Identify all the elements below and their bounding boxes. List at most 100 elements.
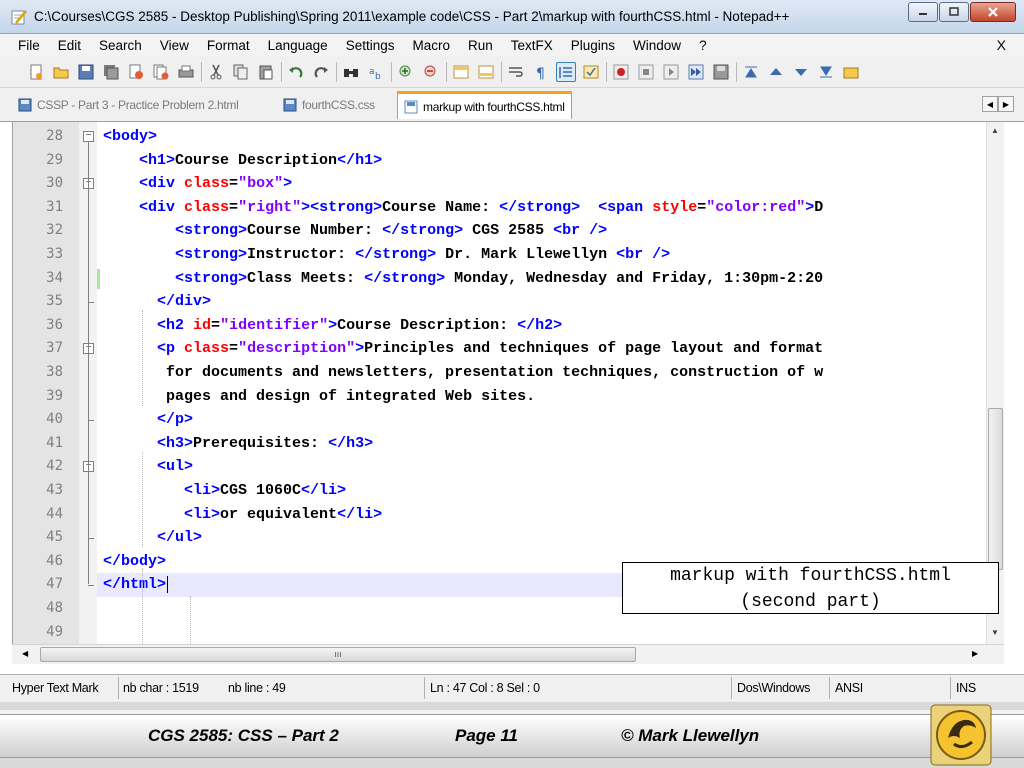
code-token: = <box>229 198 239 216</box>
record-macro-button[interactable] <box>611 62 631 82</box>
code-line[interactable]: <strong>Class Meets: </strong> Monday, W… <box>97 267 987 291</box>
code-line[interactable]: <div class="box"> <box>97 172 987 196</box>
save-button[interactable] <box>76 62 96 82</box>
scroll-up-arrow[interactable]: ▲ <box>991 126 999 135</box>
find-button[interactable] <box>341 62 361 82</box>
code-line[interactable]: <li>or equivalent</li> <box>97 503 987 527</box>
indent-guide <box>142 452 143 547</box>
menu-run[interactable]: Run <box>459 38 502 53</box>
run-macro-multiple-button[interactable] <box>686 62 706 82</box>
document-close-button[interactable]: X <box>997 37 1006 53</box>
vertical-scroll-thumb[interactable] <box>988 408 1003 570</box>
maximize-button[interactable] <box>939 2 969 22</box>
misc-tool-button[interactable] <box>841 62 861 82</box>
stop-macro-button[interactable] <box>636 62 656 82</box>
menu-window[interactable]: Window <box>624 38 690 53</box>
sync-vertical-button[interactable] <box>451 62 471 82</box>
code-line[interactable]: </p> <box>97 408 987 432</box>
replace-button[interactable]: ab <box>366 62 386 82</box>
close-all-button[interactable] <box>151 62 171 82</box>
open-button[interactable] <box>51 62 71 82</box>
close-file-button[interactable] <box>126 62 146 82</box>
new-button[interactable] <box>26 62 46 82</box>
print-button[interactable] <box>176 62 196 82</box>
code-token: <h2 <box>157 316 194 334</box>
code-line[interactable]: </div> <box>97 290 987 314</box>
move-down-button[interactable] <box>791 62 811 82</box>
code-line[interactable]: </ul> <box>97 526 987 550</box>
copy-button[interactable] <box>231 62 251 82</box>
code-line[interactable]: <p class="description">Principles and te… <box>97 337 987 361</box>
menu-language[interactable]: Language <box>259 38 337 53</box>
play-macro-button[interactable] <box>661 62 681 82</box>
code-token: Prerequisites: <box>193 434 329 452</box>
tab-scroll-right[interactable]: ▶ <box>998 96 1014 112</box>
line-number: 41 <box>46 434 63 451</box>
record-icon <box>613 64 629 79</box>
code-token: <li> <box>184 505 221 523</box>
menu-edit[interactable]: Edit <box>49 38 90 53</box>
horizontal-scrollbar[interactable]: ◀ ııı ▶ <box>12 644 1004 664</box>
save-all-button[interactable] <box>101 62 121 82</box>
code-line[interactable]: <body> <box>97 125 987 149</box>
menu-help[interactable]: ? <box>690 38 716 53</box>
code-line[interactable]: <div class="right"><strong>Course Name: … <box>97 196 987 220</box>
fold-toggle[interactable]: − <box>83 131 94 142</box>
close-button[interactable] <box>970 2 1016 22</box>
fold-end <box>88 302 94 304</box>
sort-descending-button[interactable] <box>816 62 836 82</box>
menu-file[interactable]: File <box>0 38 49 53</box>
zoom-out-button[interactable] <box>421 62 441 82</box>
redo-button[interactable] <box>311 62 331 82</box>
show-all-chars-button[interactable]: ¶ <box>531 62 551 82</box>
caption-line-1: markup with fourthCSS.html <box>670 566 951 586</box>
menu-format[interactable]: Format <box>198 38 259 53</box>
undo-button[interactable] <box>286 62 306 82</box>
save-macro-button[interactable] <box>711 62 731 82</box>
word-wrap-button[interactable] <box>506 62 526 82</box>
tab-scroll-left[interactable]: ◀ <box>982 96 998 112</box>
code-line[interactable]: <h3>Prerequisites: </h3> <box>97 432 987 456</box>
code-line[interactable]: <h1>Course Description</h1> <box>97 149 987 173</box>
cut-button[interactable] <box>206 62 226 82</box>
code-token: Dr. Mark Llewellyn <box>436 246 617 263</box>
code-line[interactable]: <strong>Instructor: </strong> Dr. Mark L… <box>97 243 987 267</box>
menu-macro[interactable]: Macro <box>403 38 459 53</box>
notepad-icon <box>11 9 27 24</box>
sort-ascending-button[interactable] <box>741 62 761 82</box>
code-token: for documents and newsletters, presentat… <box>166 364 824 381</box>
code-line[interactable]: <li>CGS 1060C</li> <box>97 479 987 503</box>
tab-markup-with-fourthcss[interactable]: markup with fourthCSS.html <box>397 91 572 119</box>
replace-icon: ab <box>369 67 381 80</box>
minimize-button[interactable] <box>908 2 938 22</box>
menu-plugins[interactable]: Plugins <box>562 38 624 53</box>
menu-view[interactable]: View <box>151 38 198 53</box>
code-line[interactable]: pages and design of integrated Web sites… <box>97 385 987 409</box>
caption-line-2: (second part) <box>740 592 881 612</box>
paste-button[interactable] <box>256 62 276 82</box>
menu-textfx[interactable]: TextFX <box>502 38 562 53</box>
code-line[interactable]: <strong>Course Number: </strong> CGS 258… <box>97 219 987 243</box>
tab-practice-problem[interactable]: CSSP - Part 3 - Practice Problem 2.html <box>18 94 239 116</box>
move-up-button[interactable] <box>766 62 786 82</box>
toolbar-separator <box>281 61 282 82</box>
code-line[interactable] <box>97 621 987 644</box>
tab-fourthcss-css[interactable]: fourthCSS.css <box>283 94 375 116</box>
scroll-left-arrow[interactable]: ◀ <box>22 649 28 658</box>
code-line[interactable]: for documents and newsletters, presentat… <box>97 361 987 385</box>
scroll-right-arrow[interactable]: ▶ <box>972 649 978 658</box>
status-line-count: nb line : 49 <box>228 681 286 695</box>
save-all-icon <box>104 64 119 79</box>
indent-guide-button[interactable] <box>556 61 576 82</box>
code-line[interactable]: <h2 id="identifier">Course Description: … <box>97 314 987 338</box>
menu-settings[interactable]: Settings <box>337 38 404 53</box>
menu-search[interactable]: Search <box>90 38 151 53</box>
zoom-in-button[interactable] <box>396 62 416 82</box>
horizontal-scroll-thumb[interactable]: ııı <box>40 647 636 662</box>
scroll-down-arrow[interactable]: ▼ <box>991 628 999 637</box>
code-line[interactable]: <ul> <box>97 455 987 479</box>
sync-horizontal-button[interactable] <box>476 62 496 82</box>
user-language-button[interactable] <box>581 62 601 82</box>
